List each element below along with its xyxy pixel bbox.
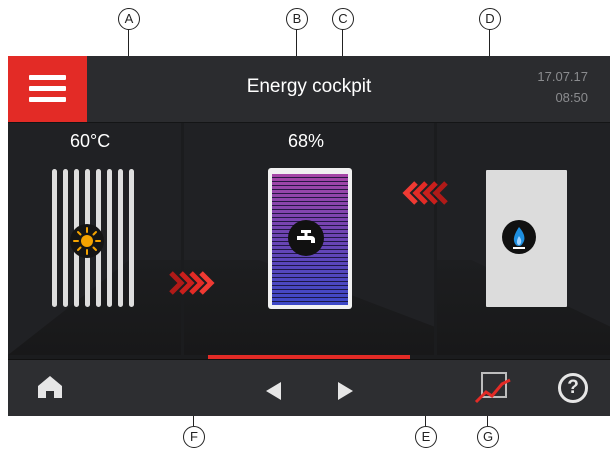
callout-a: A bbox=[118, 8, 140, 30]
flow-arrows-left-icon bbox=[396, 180, 450, 211]
callout-c: C bbox=[332, 8, 354, 30]
help-button[interactable]: ? bbox=[558, 373, 588, 403]
tap-icon bbox=[288, 220, 324, 256]
bottom-bar: ? bbox=[8, 359, 610, 416]
callout-f: F bbox=[183, 426, 205, 448]
page-title: Energy cockpit bbox=[246, 76, 372, 97]
storage-level: 68% bbox=[288, 131, 325, 151]
display-screen: Energy cockpit 17.07.17 08:50 60°C 68% ? bbox=[8, 56, 610, 416]
callout-e: E bbox=[415, 426, 437, 448]
prev-arrow-icon[interactable] bbox=[266, 382, 281, 400]
solar-temperature: 60°C bbox=[70, 131, 111, 151]
gas-flame-icon bbox=[502, 220, 536, 254]
callout-b: B bbox=[286, 8, 308, 30]
date-display: 17.07.17 bbox=[537, 69, 588, 84]
home-icon[interactable] bbox=[36, 374, 64, 405]
sun-icon bbox=[70, 224, 104, 258]
menu-button[interactable] bbox=[8, 56, 87, 122]
top-bar: Energy cockpit 17.07.17 08:50 bbox=[8, 56, 610, 123]
next-arrow-icon[interactable] bbox=[338, 382, 353, 400]
callout-g: G bbox=[477, 426, 499, 448]
callout-d: D bbox=[479, 8, 501, 30]
flow-arrows-right-icon bbox=[168, 270, 222, 301]
time-display: 08:50 bbox=[555, 90, 588, 105]
chart-icon[interactable] bbox=[474, 370, 512, 409]
